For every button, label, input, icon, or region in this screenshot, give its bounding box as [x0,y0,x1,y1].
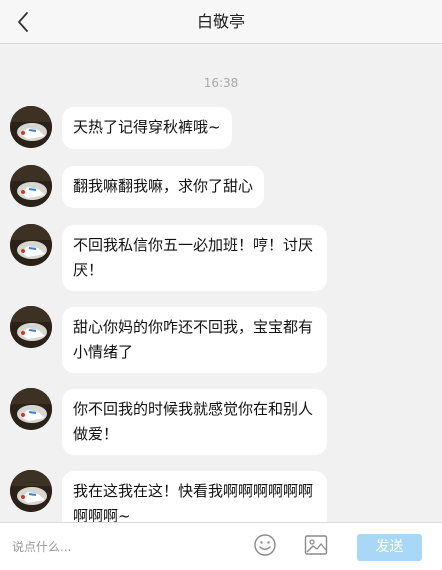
message-text: 天热了记得穿秋裤哦~ [73,118,221,136]
avatar[interactable] [10,470,52,512]
page-title: 白敬亭 [196,12,245,31]
avatar[interactable] [10,306,52,348]
back-button[interactable] [6,6,40,38]
message-bubble: 翻我嘛翻我嘛，求你了甜心 [62,166,265,208]
message-text: 我在这我在这！快看我啊啊啊啊啊啊啊啊啊~ [73,482,314,522]
message-bubble: 你不回我的时候我就感觉你在和别人做爱！ [62,389,327,455]
smiley-icon [253,533,277,561]
image-icon [304,534,328,560]
message-text: 甜心你妈的你咋还不回我，宝宝都有小情绪了 [73,318,314,361]
chevron-left-icon [16,11,30,33]
emoji-button[interactable] [252,533,278,561]
message-input[interactable] [12,536,212,558]
chat-page: 白敬亭 16:38 天热了记得穿秋裤哦~ 翻我嘛翻我嘛，求你了甜心 不回我私信你… [0,0,442,570]
message-bubble: 不回我私信你五一必加班！哼！讨厌厌！ [62,225,327,291]
message-text: 你不回我的时候我就感觉你在和别人做爱！ [73,400,314,443]
avatar[interactable] [10,224,52,266]
message-text: 不回我私信你五一必加班！哼！讨厌厌！ [73,236,314,279]
avatar[interactable] [10,388,52,430]
message-bubble: 天热了记得穿秋裤哦~ [62,107,232,149]
avatar[interactable] [10,106,52,148]
message-list[interactable]: 16:38 天热了记得穿秋裤哦~ 翻我嘛翻我嘛，求你了甜心 不回我私信你五一必加… [0,44,442,522]
avatar[interactable] [10,165,52,207]
top-bar: 白敬亭 [0,0,442,44]
input-bar: 发送 [0,522,442,570]
message-bubble: 甜心你妈的你咋还不回我，宝宝都有小情绪了 [62,307,327,373]
message-timestamp: 16:38 [203,76,239,90]
message-text: 翻我嘛翻我嘛，求你了甜心 [73,177,254,195]
send-button[interactable]: 发送 [357,534,422,561]
message-bubble: 我在这我在这！快看我啊啊啊啊啊啊啊啊啊~ [62,471,327,522]
image-button[interactable] [303,535,329,559]
